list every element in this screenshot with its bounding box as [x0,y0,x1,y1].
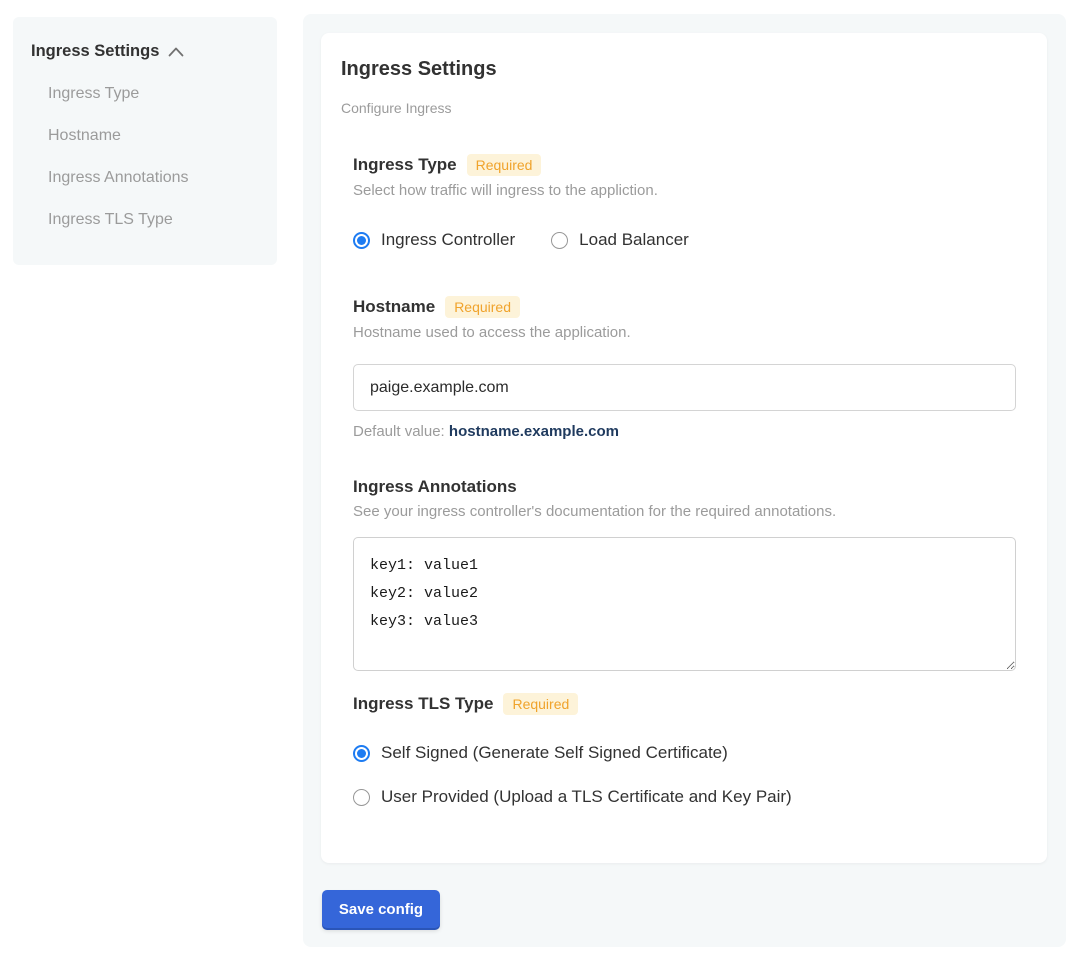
sidebar-item-ingress-annotations[interactable]: Ingress Annotations [48,169,259,187]
radio-option-user-provided[interactable]: User Provided (Upload a TLS Certificate … [353,787,1015,807]
sidebar-item-list: Ingress Type Hostname Ingress Annotation… [31,85,259,229]
sidebar-group-ingress-settings[interactable]: Ingress Settings [31,41,259,61]
config-card: Ingress Settings Configure Ingress Ingre… [321,33,1047,863]
default-value-prefix: Default value: [353,423,445,440]
annotations-label: Ingress Annotations [353,477,517,497]
radio-option-ingress-controller[interactable]: Ingress Controller [353,230,515,250]
radio-option-label: Self Signed (Generate Self Signed Certif… [381,743,728,763]
sidebar-item-ingress-tls-type[interactable]: Ingress TLS Type [48,211,259,229]
radio-option-self-signed[interactable]: Self Signed (Generate Self Signed Certif… [353,743,1015,763]
card-subtitle: Configure Ingress [341,100,1015,116]
radio-option-label: User Provided (Upload a TLS Certificate … [381,787,792,807]
chevron-up-icon[interactable] [168,47,184,57]
ingress-type-label: Ingress Type [353,155,457,175]
save-config-button[interactable]: Save config [322,890,440,928]
ingress-type-radio-group: Ingress Controller Load Balancer [353,230,1015,250]
section-ingress-type: Ingress Type Required Select how traffic… [353,154,1015,250]
radio-option-label: Ingress Controller [381,230,515,250]
hostname-help: Hostname used to access the application. [353,324,1015,342]
config-panel: Ingress Settings Configure Ingress Ingre… [303,14,1066,947]
radio-checked-icon[interactable] [353,232,370,249]
annotations-help: See your ingress controller's documentat… [353,503,1015,521]
hostname-input[interactable] [353,364,1016,411]
radio-unchecked-icon[interactable] [353,789,370,806]
card-title: Ingress Settings [341,58,1015,80]
hostname-default-line: Default value: hostname.example.com [353,423,1015,441]
sidebar-group-label: Ingress Settings [31,41,159,61]
section-ingress-tls-type: Ingress TLS Type Required Self Signed (G… [353,693,1015,807]
sidebar-item-ingress-type[interactable]: Ingress Type [48,85,259,103]
sidebar-item-hostname[interactable]: Hostname [48,127,259,145]
tls-type-radio-group: Self Signed (Generate Self Signed Certif… [353,743,1015,807]
section-ingress-annotations: Ingress Annotations See your ingress con… [353,477,1015,671]
ingress-type-help: Select how traffic will ingress to the a… [353,182,1015,200]
radio-unchecked-icon[interactable] [551,232,568,249]
tls-type-label: Ingress TLS Type [353,694,493,714]
required-badge: Required [503,693,578,715]
radio-option-load-balancer[interactable]: Load Balancer [551,230,689,250]
hostname-label: Hostname [353,297,435,317]
required-badge: Required [467,154,542,176]
annotations-textarea[interactable]: key1: value1 key2: value2 key3: value3 [353,537,1016,671]
radio-option-label: Load Balancer [579,230,689,250]
config-nav-sidebar: Ingress Settings Ingress Type Hostname I… [13,17,277,265]
section-hostname: Hostname Required Hostname used to acces… [353,296,1015,441]
required-badge: Required [445,296,520,318]
radio-checked-icon[interactable] [353,745,370,762]
default-value-text: hostname.example.com [449,423,619,440]
